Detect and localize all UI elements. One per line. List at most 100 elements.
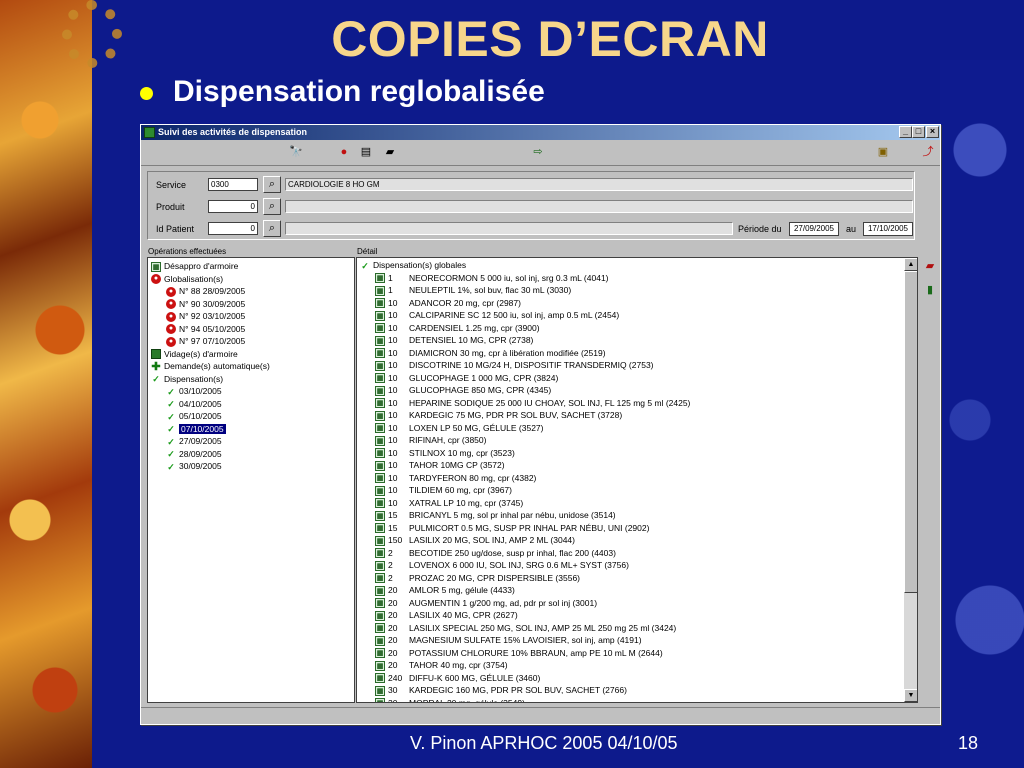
detail-item[interactable]: ▦ 30 KARDEGIC 160 MG, PDR PR SOL BUV, SACH… [375, 684, 627, 696]
detail-item-qty: 20 [388, 585, 398, 595]
operation-item[interactable]: ● N° 90 30/09/2005 [166, 298, 245, 310]
produit-search-button[interactable]: ⌕ [263, 198, 281, 215]
detail-item[interactable]: ▦30 MOPRAL 20 mg, gélule (3549) [375, 697, 525, 702]
operation-item[interactable]: ✓ 27/09/2005 [166, 435, 221, 447]
operation-item[interactable]: ▦ Désappro d'armoire [151, 260, 238, 272]
detail-item-name: BRICANYL 5 mg, sol pr inhal par nébu, un… [409, 510, 616, 520]
operation-item[interactable]: ✓ 30/09/2005 [166, 460, 221, 472]
detail-item[interactable]: ▦ 10 GLUCOPHAGE 1 000 MG, CPR (3824) [375, 372, 558, 384]
scroll-up-button[interactable]: ▲ [904, 258, 917, 271]
detail-item[interactable]: ▦ 2 BECOTIDE 250 ug/dose, susp pr inhal, f… [375, 547, 616, 559]
service-search-button[interactable]: ⌕ [263, 176, 281, 193]
detail-item[interactable]: ▦ 20 TAHOR 40 mg, cpr (3754) [375, 659, 508, 671]
detail-item-qty: 10 [388, 297, 398, 308]
export-icon[interactable]: ⇨ [531, 146, 545, 159]
detail-item[interactable]: ▦ 20 MAGNESIUM SULFATE 15% LAVOISIER, sol … [375, 634, 642, 646]
chart-icon[interactable]: ▮ [922, 283, 938, 297]
detail-item[interactable]: ▦ 20 LASILIX SPECIAL 250 MG, SOL INJ, AMP … [375, 622, 676, 634]
produit-code-input[interactable]: 0 [208, 200, 258, 213]
binoculars-icon[interactable]: 🔭 [289, 146, 303, 159]
cabinet-icon: ▦ [375, 635, 385, 646]
detail-item-qty: 1 [388, 285, 393, 295]
detail-item-qty: 10 [388, 322, 398, 333]
detail-item[interactable]: ▦ 20 LASILIX 40 MG, CPR (2627) [375, 609, 518, 621]
exit-icon[interactable]: ⤴ [921, 146, 935, 159]
detail-item[interactable]: ▦ 15 BRICANYL 5 mg, sol pr inhal par nébu,… [375, 509, 616, 521]
lock-icon[interactable]: ▣ [876, 146, 890, 159]
window-titlebar[interactable]: Suivi des activités de dispensation _ □ … [141, 125, 940, 140]
check-icon: ✓ [167, 424, 175, 435]
patient-code-input[interactable]: 0 [208, 222, 258, 235]
decorative-right-band [940, 60, 1024, 768]
detail-item[interactable]: ▦ 150 LASILIX 20 MG, SOL INJ, AMP 2 ML (30… [375, 534, 575, 546]
operation-item[interactable]: ● Globalisation(s) [151, 273, 223, 285]
detail-item[interactable]: ▦ 20 AMLOR 5 mg, gélule (4433) [375, 584, 515, 596]
operation-item-label: Désappro d'armoire [164, 261, 239, 271]
truck-icon[interactable]: ▰ [383, 146, 397, 159]
vertical-scrollbar[interactable]: ▲ ▼ [904, 258, 917, 702]
operation-item[interactable]: ✓ Dispensation(s) [151, 373, 223, 385]
print-icon[interactable]: ▤ [359, 146, 373, 159]
detail-item-qty: 2 [388, 547, 393, 558]
detail-item[interactable]: ▦ 1 NEORECORMON 5 000 iu, sol inj, srg 0.3… [375, 272, 609, 284]
cabinet-icon: ▦ [375, 560, 385, 571]
detail-item[interactable]: ▦ 10 TARDYFERON 80 mg, cpr (4382) [375, 472, 536, 484]
detail-item-qty: 10 [388, 497, 398, 508]
cabinet-icon: ▦ [375, 460, 385, 471]
operation-item[interactable]: ✚ Demande(s) automatique(s) [151, 360, 269, 372]
operation-item[interactable]: ✓ 28/09/2005 [166, 448, 221, 460]
maximize-button[interactable]: □ [912, 126, 925, 138]
detail-item[interactable]: ▦ 10 CALCIPARINE SC 12 500 iu, sol inj, am… [375, 309, 619, 321]
detail-item[interactable]: ▦ 10 DISCOTRINE 10 MG/24 H, DISPOSITIF TRA… [375, 359, 654, 371]
detail-item-qty: 10 [388, 435, 398, 445]
detail-item-name: PULMICORT 0.5 MG, SUSP PR INHAL PAR NÉBU… [409, 522, 650, 533]
detail-item[interactable]: ▦ 2 LOVENOX 6 000 IU, SOL INJ, SRG 0.6 ML+… [375, 559, 629, 571]
operation-item[interactable]: ✓ 07/10/2005 [166, 423, 226, 435]
detail-item[interactable]: ▦ 20 AUGMENTIN 1 g/200 mg, ad, pdr pr sol … [375, 597, 597, 609]
detail-item[interactable]: ▦ 10 TAHOR 10MG CP (3572) [375, 459, 505, 471]
detail-item[interactable]: ▦ 10 LOXEN LP 50 MG, GÉLULE (3527) [375, 422, 544, 434]
detail-item-name: DETENSIEL 10 MG, CPR (2738) [409, 335, 534, 345]
patient-search-button[interactable]: ⌕ [263, 220, 281, 237]
scroll-down-button[interactable]: ▼ [904, 689, 917, 702]
detail-item[interactable]: ▦ 10 RIFINAH, cpr (3850) [375, 434, 486, 446]
detail-item[interactable]: ▦ 1 NEULEPTIL 1%, sol buv, flac 30 mL (303… [375, 284, 571, 296]
detail-item[interactable]: ▦ 10 HEPARINE SODIQUE 25 000 IU CHOAY, SOL… [375, 397, 690, 409]
detail-item[interactable]: ▦ 15 PULMICORT 0.5 MG, SUSP PR INHAL PAR N… [375, 522, 649, 534]
detail-item-qty: 10 [388, 347, 398, 358]
detail-item-qty: 20 [388, 647, 398, 658]
detail-item[interactable]: ▦ 10 KARDEGIC 75 MG, PDR PR SOL BUV, SACHE… [375, 409, 622, 421]
operation-item[interactable]: ✓ 05/10/2005 [166, 410, 221, 422]
detail-item[interactable]: ▦ 10 DIAMICRON 30 mg, cpr à libération mod… [375, 347, 606, 359]
operation-item[interactable]: ✓ 04/10/2005 [166, 398, 221, 410]
detail-item[interactable]: ▦ 20 POTASSIUM CHLORURE 10% BBRAUN, amp PE… [375, 647, 663, 659]
detail-item[interactable]: ▦ 10 STILNOX 10 mg, cpr (3523) [375, 447, 515, 459]
detail-item-qty: 240 [388, 672, 403, 683]
detail-item[interactable]: ▦ 10 GLUCOPHAGE 850 MG, CPR (4345) [375, 384, 551, 396]
operation-item[interactable]: ● N° 94 05/10/2005 [166, 323, 245, 335]
operation-item[interactable]: Vidage(s) d'armoire [151, 348, 238, 360]
close-button[interactable]: × [926, 126, 939, 138]
detail-item[interactable]: ▦ 10 DETENSIEL 10 MG, CPR (2738) [375, 334, 533, 346]
detail-item[interactable]: ▦ 10 CARDENSIEL 1.25 mg, cpr (3900) [375, 322, 540, 334]
patient-icon[interactable]: ● [337, 146, 351, 159]
gear-icon [62, 0, 122, 68]
cabinet-icon: ▦ [375, 585, 385, 596]
detail-item-name: STILNOX 10 mg, cpr (3523) [409, 447, 515, 458]
detail-root[interactable]: ✓ Dispensation(s) globales [360, 259, 466, 271]
service-code-input[interactable]: 0300 [208, 178, 258, 191]
book-icon[interactable]: ▰ [922, 259, 938, 273]
detail-item[interactable]: ▦ 10 XATRAL LP 10 mg, cpr (3745) [375, 497, 523, 509]
operation-item[interactable]: ● N° 97 07/10/2005 [166, 335, 245, 347]
date-to-input[interactable]: 17/10/2005 [863, 222, 913, 236]
detail-item[interactable]: ▦ 240 DIFFU-K 600 MG, GÉLULE (3460) [375, 672, 540, 684]
scroll-thumb[interactable] [904, 271, 917, 593]
detail-item[interactable]: ▦ 2 PROZAC 20 MG, CPR DISPERSIBLE (3556) [375, 572, 580, 584]
minimize-button[interactable]: _ [899, 126, 912, 138]
detail-item[interactable]: ▦ 10 ADANCOR 20 mg, cpr (2987) [375, 297, 521, 309]
operation-item[interactable]: ● N° 88 28/09/2005 [166, 285, 245, 297]
operation-item[interactable]: ● N° 92 03/10/2005 [166, 310, 245, 322]
detail-item[interactable]: ▦ 10 TILDIEM 60 mg, cpr (3967) [375, 484, 512, 496]
operation-item[interactable]: ✓ 03/10/2005 [166, 385, 221, 397]
date-from-input[interactable]: 27/09/2005 [789, 222, 839, 236]
